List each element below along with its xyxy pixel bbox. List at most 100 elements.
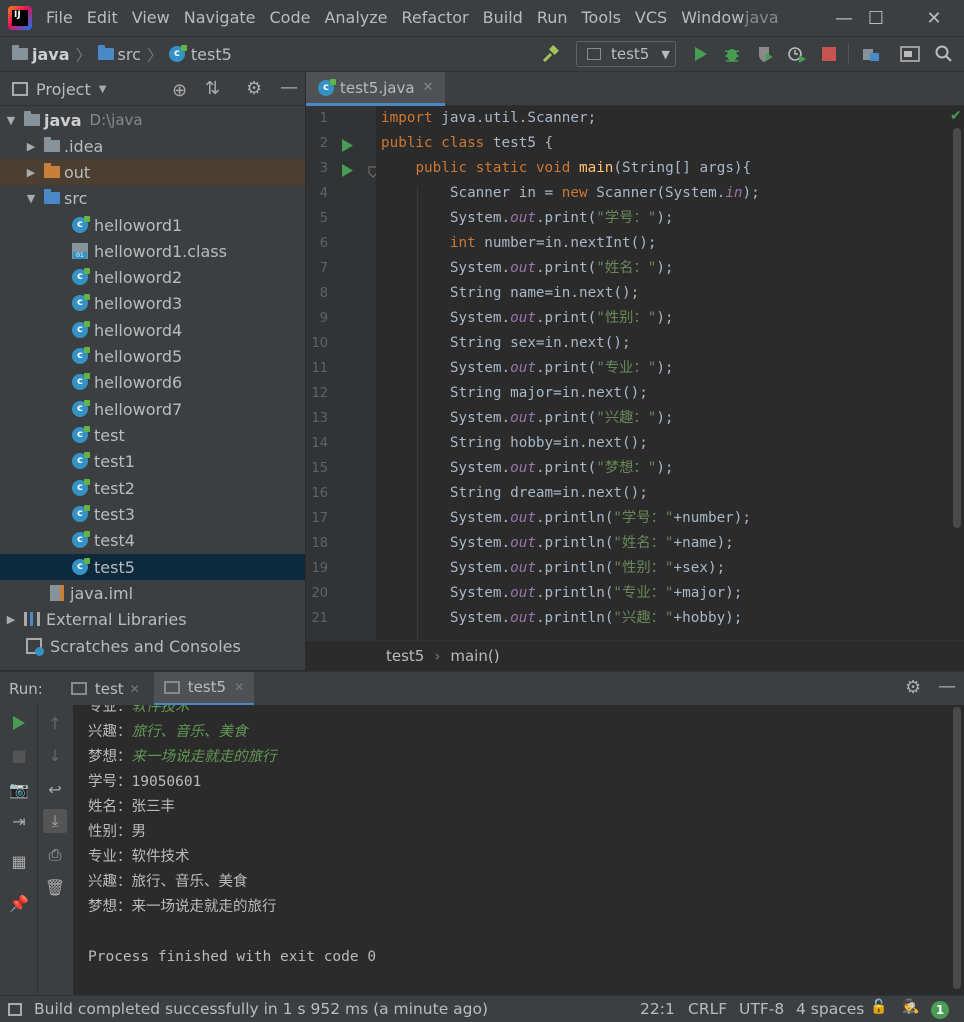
menu-file[interactable]: File: [40, 0, 79, 36]
tree-item-src[interactable]: ▼ src: [0, 185, 305, 211]
profile-icon[interactable]: [784, 42, 810, 66]
scrollbar-thumb[interactable]: [953, 128, 961, 528]
menu-refactor[interactable]: Refactor: [396, 0, 475, 36]
run-panel-header: Run: test ✕ test5 ✕ ⚙ —: [0, 671, 964, 706]
run-class-gutter-icon[interactable]: [342, 138, 353, 156]
rerun-icon[interactable]: [7, 711, 31, 735]
tab-test5-java[interactable]: c test5.java ✕: [306, 72, 446, 106]
scrollbar-thumb[interactable]: [953, 707, 961, 989]
camera-icon[interactable]: 📷: [7, 777, 31, 801]
close-tab-icon[interactable]: ✕: [234, 680, 244, 694]
menu-run[interactable]: Run: [531, 0, 574, 36]
menu-vcs[interactable]: VCS: [629, 0, 673, 36]
layout-icon[interactable]: ▦: [7, 849, 31, 873]
tree-item-class[interactable]: c helloword7: [0, 396, 305, 422]
debug-icon[interactable]: [719, 42, 745, 66]
arrow-up-icon[interactable]: ↑: [43, 711, 67, 735]
gear-icon[interactable]: ⚙: [246, 78, 262, 99]
code-breadcrumb-method[interactable]: main(): [450, 647, 499, 665]
inspector-icon[interactable]: 🕵: [902, 999, 919, 1015]
caret-position[interactable]: 22:1: [640, 1000, 675, 1018]
console-line: 专业：软件技术: [88, 705, 190, 715]
menu-tools[interactable]: Tools: [576, 0, 627, 36]
presentation-icon[interactable]: [897, 42, 923, 66]
close-button[interactable]: ✕: [910, 0, 958, 36]
console-scrollbar[interactable]: [950, 705, 964, 995]
tree-item-class[interactable]: c helloword5: [0, 343, 305, 369]
tree-item-class-selected[interactable]: c test5: [0, 554, 305, 580]
editor-scrollbar[interactable]: ✔: [950, 106, 964, 640]
tree-item-class[interactable]: c test2: [0, 475, 305, 501]
soft-wrap-icon[interactable]: ↩: [43, 777, 67, 801]
menu-window[interactable]: Window: [675, 0, 750, 36]
trash-icon[interactable]: 🗑: [43, 875, 67, 899]
run-icon[interactable]: [688, 42, 714, 66]
tree-item-class[interactable]: c test3: [0, 501, 305, 527]
tree-item-class[interactable]: c test4: [0, 527, 305, 553]
tree-item-scratches[interactable]: Scratches and Consoles: [0, 633, 305, 659]
file-encoding[interactable]: UTF-8: [739, 1000, 784, 1018]
tree-item-label: java: [44, 110, 82, 130]
project-tree: ▼ java D:\java ▶ .idea ▶ out ▼ src c hell…: [0, 106, 305, 670]
tree-item-class[interactable]: c helloword2: [0, 264, 305, 290]
hide-panel-icon[interactable]: —: [938, 676, 956, 697]
run-tab-test[interactable]: test ✕: [61, 672, 150, 706]
coverage-icon[interactable]: [752, 42, 778, 66]
app-window-icon: [163, 680, 180, 694]
run-tab-test5[interactable]: test5 ✕: [153, 671, 255, 706]
collapse-all-icon[interactable]: ⇅: [205, 78, 220, 99]
breadcrumb-item[interactable]: java: [32, 45, 70, 64]
tree-item-external-libraries[interactable]: ▶ External Libraries: [0, 606, 305, 632]
menu-navigate[interactable]: Navigate: [178, 0, 262, 36]
tree-item-classfile[interactable]: 01 helloword1.class: [0, 238, 305, 264]
locate-icon[interactable]: ⊕: [172, 80, 187, 101]
maximize-button[interactable]: ☐: [852, 0, 900, 36]
project-structure-icon[interactable]: [858, 42, 884, 66]
tree-item-class[interactable]: c test1: [0, 448, 305, 474]
java-class-icon: c: [72, 479, 90, 496]
scroll-to-end-icon[interactable]: ⤓: [43, 809, 67, 833]
print-icon[interactable]: ⎙: [43, 843, 67, 867]
console-output[interactable]: 专业：软件技术 兴趣：旅行、音乐、美食 梦想：来一场说走就走的旅行 学号：190…: [74, 705, 950, 995]
pin-icon[interactable]: 📌: [7, 891, 31, 915]
tree-item-class[interactable]: c helloword3: [0, 290, 305, 316]
run-main-gutter-icon[interactable]: [342, 163, 353, 181]
breadcrumb-item[interactable]: src: [118, 45, 141, 64]
close-tab-icon[interactable]: ✕: [423, 80, 434, 95]
search-icon[interactable]: [931, 42, 957, 66]
tree-item-java-root[interactable]: ▼ java D:\java: [0, 107, 305, 133]
code-editor[interactable]: import java.util.Scanner; public class t…: [376, 106, 950, 640]
chevron-down-icon[interactable]: ▼: [99, 84, 107, 95]
menu-edit[interactable]: Edit: [81, 0, 124, 36]
project-panel-title[interactable]: Project: [36, 80, 91, 99]
lock-icon[interactable]: 🔓: [870, 999, 887, 1015]
code-breadcrumb-class[interactable]: test5: [386, 647, 424, 665]
menu-analyze[interactable]: Analyze: [318, 0, 393, 36]
close-tab-icon[interactable]: ✕: [130, 682, 140, 696]
tree-item-out[interactable]: ▶ out: [0, 159, 305, 185]
indent-setting[interactable]: 4 spaces: [796, 1000, 864, 1018]
tree-item-class[interactable]: c helloword6: [0, 369, 305, 395]
hide-panel-icon[interactable]: —: [280, 77, 298, 98]
tree-item-class[interactable]: c helloword1: [0, 212, 305, 238]
stop-icon[interactable]: [816, 42, 842, 66]
tree-item-class[interactable]: c test: [0, 422, 305, 448]
menu-code[interactable]: Code: [264, 0, 317, 36]
tree-item-iml[interactable]: java.iml: [0, 580, 305, 606]
menu-view[interactable]: View: [126, 0, 176, 36]
line-separator[interactable]: CRLF: [688, 1000, 727, 1018]
stop-icon[interactable]: ■: [7, 743, 31, 767]
tree-item-idea[interactable]: ▶ .idea: [0, 133, 305, 159]
line-number: 2: [319, 136, 328, 151]
gear-icon[interactable]: ⚙: [905, 677, 921, 698]
tree-item-class[interactable]: c helloword4: [0, 317, 305, 343]
arrow-down-icon[interactable]: ↓: [43, 743, 67, 767]
status-message[interactable]: Build completed successfully in 1 s 952 …: [34, 1000, 488, 1018]
build-hammer-icon[interactable]: [538, 42, 564, 66]
menu-build[interactable]: Build: [477, 0, 529, 36]
run-configuration-select[interactable]: test5 ▼: [576, 41, 676, 67]
tool-windows-icon[interactable]: [8, 1002, 22, 1016]
breadcrumb-item[interactable]: test5: [191, 45, 232, 64]
login-icon[interactable]: ⇥: [7, 809, 31, 833]
notifications-badge[interactable]: 1: [931, 1001, 949, 1019]
